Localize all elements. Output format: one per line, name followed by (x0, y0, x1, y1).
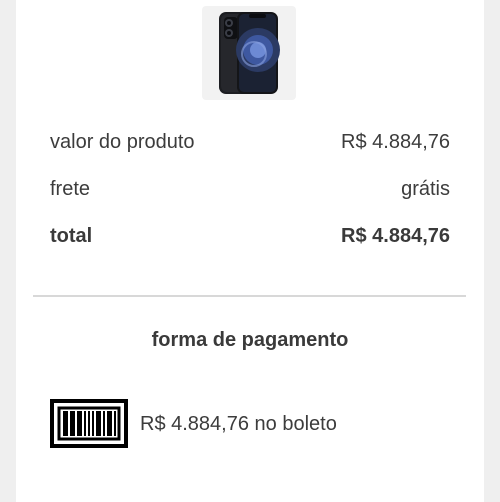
payment-section-title: forma de pagamento (151, 329, 349, 351)
barcode-icon (50, 399, 128, 453)
product-value-row: valor do produto R$ 4.884,76 (50, 131, 450, 159)
product-thumbnail (202, 6, 296, 100)
total-label: total (50, 225, 93, 247)
section-divider (33, 295, 466, 297)
product-value: R$ 4.884,76 (341, 131, 450, 153)
phone-image (219, 12, 280, 94)
shipping-label: frete (50, 178, 91, 200)
shipping-value: grátis (401, 178, 450, 200)
boleto-payment-option[interactable]: R$ 4.884,76 no boleto (140, 413, 337, 436)
total-row: total R$ 4.884,76 (50, 225, 450, 253)
shipping-row: frete grátis (50, 178, 450, 206)
order-summary-card: valor do produto R$ 4.884,76 frete gráti… (16, 0, 484, 502)
product-value-label: valor do produto (50, 131, 195, 153)
total-value: R$ 4.884,76 (341, 225, 450, 247)
